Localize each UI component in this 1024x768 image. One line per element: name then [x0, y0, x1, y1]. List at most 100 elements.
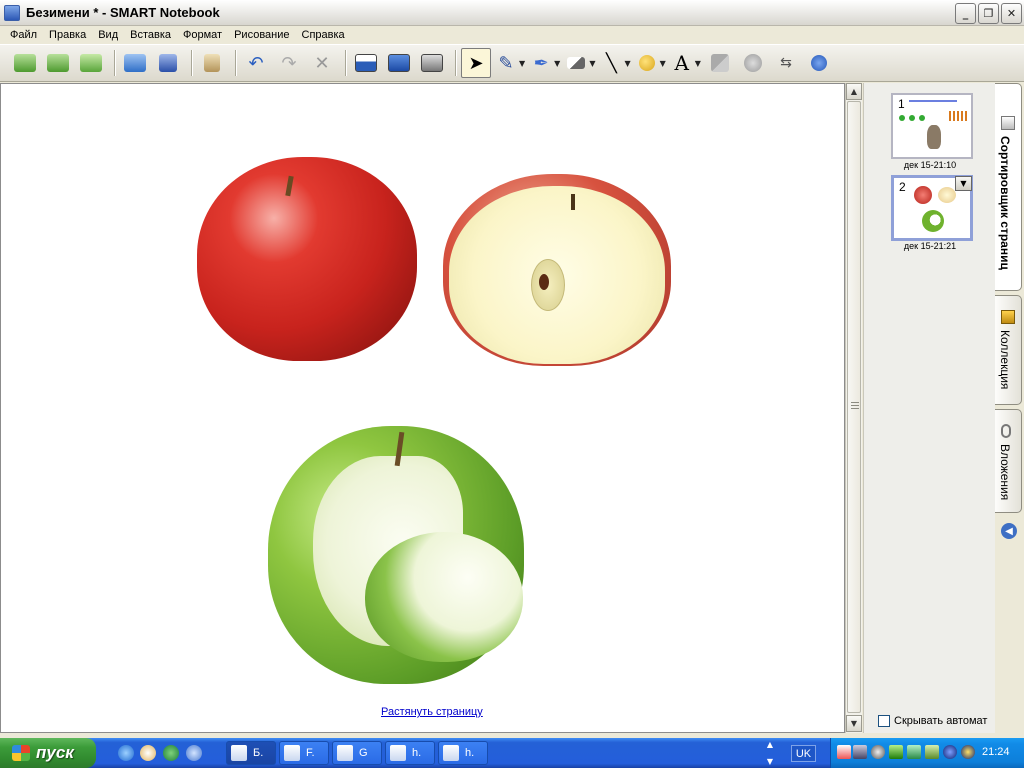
thumbnail-carrots	[949, 111, 967, 121]
menu-draw[interactable]: Рисование	[228, 29, 295, 41]
toolbar-separator	[114, 50, 115, 76]
screen-shade-button[interactable]	[351, 48, 381, 78]
eraser-dropdown-icon[interactable]: ▼	[589, 59, 595, 68]
stretch-page-link[interactable]: Растянуть страницу	[381, 706, 483, 718]
creative-pen-dropdown-icon[interactable]: ▼	[554, 59, 560, 68]
menu-edit[interactable]: Правка	[43, 29, 92, 41]
paste-button[interactable]	[197, 48, 227, 78]
tray-monitor-icon[interactable]	[853, 745, 867, 759]
line-dropdown-icon[interactable]: ▼	[624, 59, 630, 68]
more-button[interactable]	[804, 48, 834, 78]
tray-board-icon[interactable]	[961, 745, 975, 759]
tray-smart-icon[interactable]	[943, 745, 957, 759]
taskbar-item[interactable]: h.	[385, 741, 435, 765]
page-caption-1: дек 15-21:10	[903, 160, 957, 170]
autohide-option[interactable]: Скрывать автомат	[878, 715, 987, 727]
menu-insert[interactable]: Вставка	[124, 29, 177, 41]
browser-icon[interactable]	[163, 745, 179, 761]
full-screen-button[interactable]	[384, 48, 414, 78]
chevron-up-icon[interactable]: ▲	[767, 740, 773, 749]
menu-file[interactable]: Файл	[4, 29, 43, 41]
menu-format[interactable]: Формат	[177, 29, 228, 41]
shape-tool[interactable]	[635, 48, 659, 78]
menu-help[interactable]: Справка	[296, 29, 351, 41]
tray-update-icon[interactable]	[925, 745, 939, 759]
taskbar-item[interactable]: Б.	[226, 741, 276, 765]
toolbar-separator	[455, 50, 456, 76]
restore-button[interactable]: ❐	[978, 3, 999, 24]
start-button[interactable]: пуск	[0, 738, 96, 768]
delete-button[interactable]: ✕	[307, 48, 337, 78]
creative-pen-tool[interactable]: ✒	[529, 48, 553, 78]
back-button[interactable]	[10, 48, 40, 78]
delete-icon: ✕	[314, 52, 330, 74]
shape-dropdown-icon[interactable]: ▼	[660, 59, 666, 68]
line-tool[interactable]: ╲	[599, 48, 623, 78]
select-tool[interactable]: ➤	[461, 48, 491, 78]
scroll-grip	[851, 408, 859, 409]
tray-network-icon[interactable]	[889, 745, 903, 759]
thumbnail-dot	[899, 115, 905, 121]
taskbar-item[interactable]: h.	[438, 741, 488, 765]
forward-button[interactable]	[43, 48, 73, 78]
tab-attachments[interactable]: Вложения	[995, 409, 1022, 513]
scroll-down-button[interactable]: ▼	[846, 715, 862, 732]
gallery-icon	[1001, 310, 1015, 324]
back-icon	[14, 54, 36, 72]
pen-dropdown-icon[interactable]: ▼	[519, 59, 525, 68]
redo-button[interactable]: ↷	[274, 48, 304, 78]
app-icon[interactable]	[4, 4, 20, 21]
eraser-icon	[567, 57, 586, 69]
text-tool[interactable]: A	[670, 48, 694, 78]
paperclip-icon	[1001, 424, 1011, 438]
side-tabs: Сортировщик страниц Коллекция Вложения ◀	[995, 83, 1024, 733]
page-menu-dropdown-icon[interactable]: ▼	[955, 176, 972, 191]
text-dropdown-icon[interactable]: ▼	[695, 59, 701, 68]
notebook-page[interactable]: Растянуть страницу	[0, 83, 845, 733]
taskbar-scroll[interactable]: ▲ ▼	[763, 740, 777, 766]
outlook-icon[interactable]	[140, 745, 156, 761]
scroll-thumb[interactable]	[847, 101, 861, 713]
tray-app-icon[interactable]	[837, 745, 851, 759]
more-icon	[810, 55, 827, 71]
add-page-button[interactable]	[76, 48, 106, 78]
autohide-checkbox[interactable]	[878, 715, 890, 727]
save-button[interactable]	[153, 48, 183, 78]
screen-shade-icon	[355, 54, 377, 72]
page-thumbnail-1[interactable]: 1	[891, 93, 973, 159]
explorer-task-icon	[284, 745, 300, 761]
autohide-label: Скрывать автомат	[894, 715, 988, 727]
page-thumbnail-2[interactable]: 2 ▼	[891, 175, 973, 241]
scroll-up-button[interactable]: ▲	[846, 83, 862, 100]
language-indicator[interactable]: UK	[791, 745, 816, 762]
tray-security-icon[interactable]	[907, 745, 921, 759]
vertical-scrollbar[interactable]: ▲ ▼	[845, 83, 862, 733]
tab-page-sorter[interactable]: Сортировщик страниц	[995, 83, 1022, 291]
taskbar-item[interactable]: F.	[279, 741, 329, 765]
taskbar-item[interactable]: G	[332, 741, 382, 765]
pen-tool[interactable]: ✎	[494, 48, 518, 78]
explorer-task-icon	[443, 745, 459, 761]
toolbar-separator	[345, 50, 346, 76]
open-button[interactable]	[120, 48, 150, 78]
menu-view[interactable]: Вид	[92, 29, 124, 41]
tray-sound-icon[interactable]	[871, 745, 885, 759]
move-toolbar-button[interactable]: ⇆	[771, 48, 801, 78]
title-bar[interactable]: Безимени * - SMART Notebook _ ❐ ✕	[0, 0, 1024, 26]
media-icon[interactable]	[186, 745, 202, 761]
fill-button[interactable]	[705, 48, 735, 78]
chevron-down-icon[interactable]: ▼	[767, 757, 773, 766]
eraser-tool[interactable]	[564, 48, 588, 78]
task-label: F.	[306, 747, 315, 759]
creative-pen-icon: ✒	[533, 52, 549, 74]
close-button[interactable]: ✕	[1001, 3, 1022, 24]
menu-bar: Файл Правка Вид Вставка Формат Рисование…	[0, 26, 1024, 44]
minimize-button[interactable]: _	[955, 3, 976, 24]
undo-button[interactable]: ↶	[241, 48, 271, 78]
ie-icon[interactable]	[118, 745, 134, 761]
capture-button[interactable]	[417, 48, 447, 78]
collapse-panel-icon[interactable]: ◀	[1001, 523, 1017, 539]
red-apple-image[interactable]	[197, 157, 417, 361]
tab-gallery[interactable]: Коллекция	[995, 295, 1022, 405]
properties-button[interactable]	[738, 48, 768, 78]
